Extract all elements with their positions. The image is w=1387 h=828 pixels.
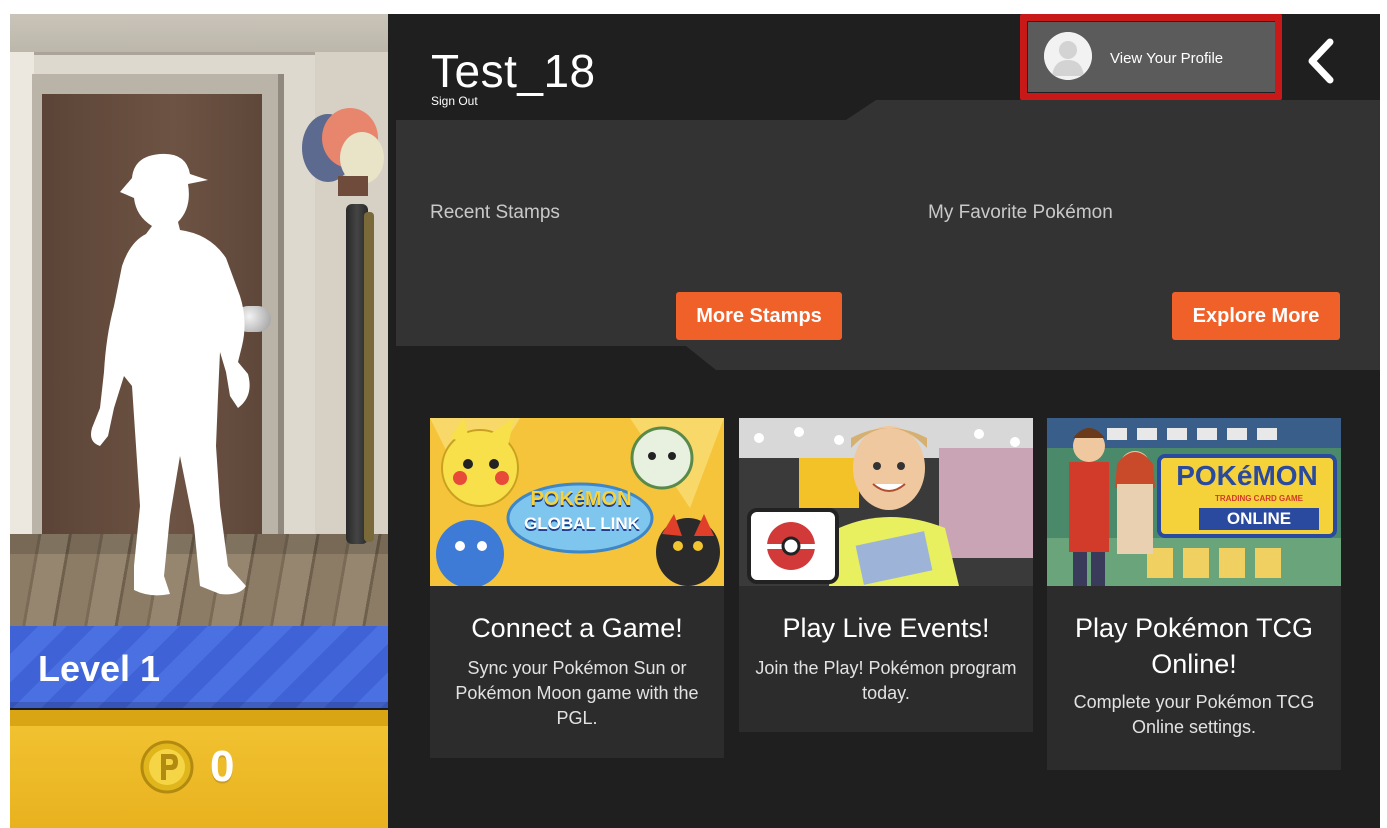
trainer-silhouette-icon <box>91 153 250 596</box>
sign-out-link[interactable]: Sign Out <box>431 94 478 108</box>
more-stamps-button[interactable]: More Stamps <box>676 292 842 340</box>
avatar-panel: Level 1 0 <box>10 14 388 828</box>
live-events-banner-image <box>739 418 1033 586</box>
hats-icon <box>302 108 384 196</box>
card-1-title: Connect a Game! <box>471 613 683 643</box>
highlight-box <box>1020 14 1282 100</box>
card-1-description: Sync your Pokémon Sun or Pokémon Moon ga… <box>455 658 699 728</box>
favorite-pokemon-label: My Favorite Pokémon <box>928 202 1113 223</box>
card-2-description: Join the Play! Pokémon program today. <box>755 658 1017 703</box>
card-1-logo-subtext: GLOBAL LINK <box>524 514 640 533</box>
username: Test_18 <box>431 45 596 97</box>
card-3-title: Play Pokémon TCG Online! <box>1074 613 1314 679</box>
coin-count: 0 <box>210 742 235 791</box>
profile-main: Test_18 Sign Out View Your Profile Recen… <box>388 14 1380 828</box>
card-1-logo-text: POKéMON <box>530 488 632 510</box>
coin-bar <box>10 710 388 828</box>
avatar-room-scene <box>10 14 388 626</box>
card-3-logo-text: POKéMON <box>1176 460 1318 491</box>
chevron-left-icon[interactable] <box>1298 36 1344 86</box>
connect-game-card[interactable]: POKéMON GLOBAL LINK Connect a Game! Sync… <box>430 418 724 758</box>
coin-icon <box>140 740 194 794</box>
level-bar: Level 1 <box>10 626 388 708</box>
app-frame: Level 1 0 Test_18 Sign Out View Your Pro… <box>10 14 1380 828</box>
level-label: Level 1 <box>38 648 161 689</box>
explore-more-button[interactable]: Explore More <box>1172 292 1340 340</box>
tcg-online-card[interactable]: POKéMON TRADING CARD GAME ONLINE Play Po… <box>1047 418 1341 770</box>
live-events-card[interactable]: Play Live Events! Join the Play! Pokémon… <box>739 418 1033 732</box>
card-2-title: Play Live Events! <box>782 613 990 643</box>
card-3-description: Complete your Pokémon TCG Online setting… <box>1073 692 1315 737</box>
card-3-logo-subtext: TRADING CARD GAME <box>1215 494 1303 503</box>
card-3-logo-online: ONLINE <box>1226 509 1292 528</box>
recent-stamps-label: Recent Stamps <box>430 202 560 223</box>
